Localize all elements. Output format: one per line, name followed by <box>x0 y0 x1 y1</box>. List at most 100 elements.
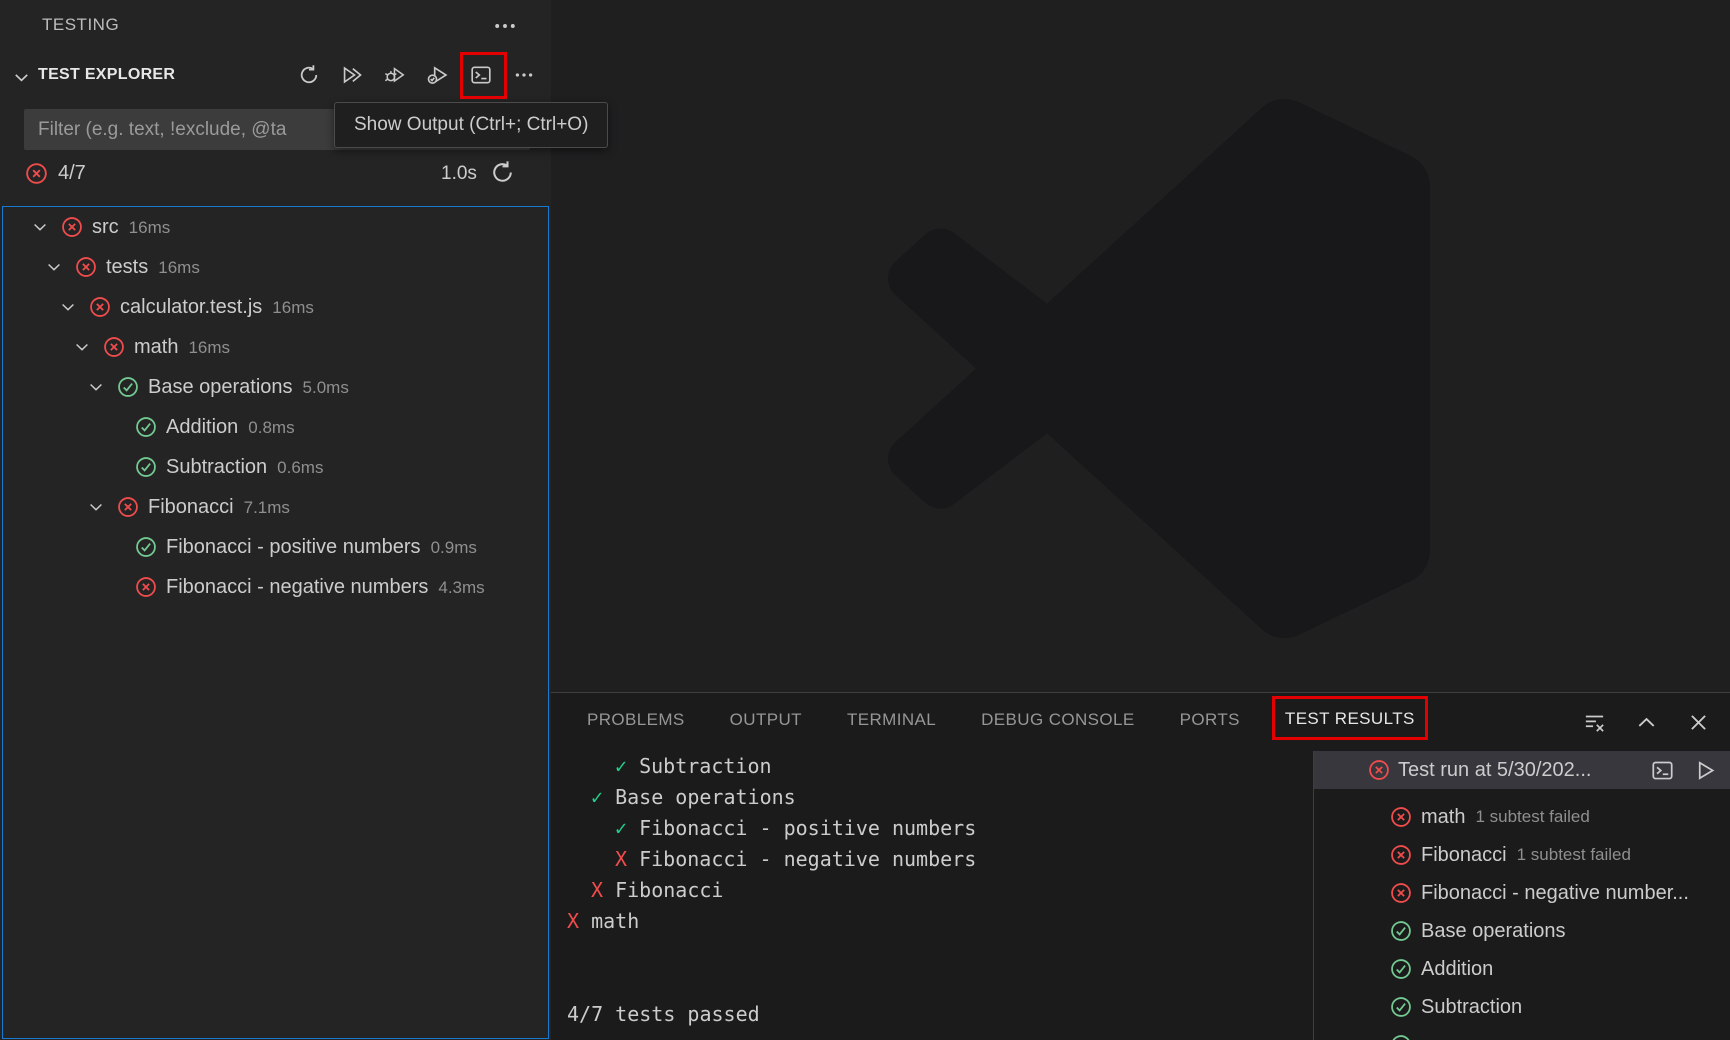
test-state-icon <box>1390 1034 1412 1040</box>
panel-tab-label: PROBLEMS <box>587 710 685 729</box>
test-result-row[interactable]: Subtraction <box>1314 988 1730 1026</box>
test-run-actions <box>1649 757 1718 783</box>
chevron-down-icon[interactable] <box>59 298 77 316</box>
test-duration: 0.9ms <box>431 536 477 558</box>
console-line: ✓ Subtraction <box>567 751 976 782</box>
close-panel-icon[interactable] <box>1685 709 1712 736</box>
panel-tab[interactable]: OUTPUT <box>730 706 802 738</box>
test-tree-row[interactable]: src 16ms <box>3 207 548 247</box>
chevron-down-icon[interactable] <box>45 258 63 276</box>
vscode-window: TESTING TEST EXPLORER <box>0 0 1730 1040</box>
more-actions-icon[interactable] <box>511 62 537 88</box>
console-line: ✓ Fibonacci - positive numbers <box>567 813 976 844</box>
test-duration: 7.1ms <box>244 496 290 518</box>
chevron-down-icon[interactable] <box>87 498 105 516</box>
test-duration: 16ms <box>129 216 171 238</box>
test-result-row[interactable]: Base operations <box>1314 912 1730 950</box>
tests-passed-ratio: 4/7 <box>58 162 86 185</box>
console-text: 4/7 tests passed <box>567 1002 760 1026</box>
test-tree-row[interactable]: Fibonacci - negative numbers 4.3ms <box>3 567 548 607</box>
console-line: X Fibonacci <box>567 875 976 906</box>
test-state-icon <box>135 416 157 438</box>
result-mark: ✓ <box>615 816 627 840</box>
result-label: Subtraction <box>1421 996 1522 1019</box>
console-line: 4/7 tests passed <box>567 999 976 1030</box>
clear-output-icon[interactable] <box>1581 709 1608 736</box>
test-state-icon <box>1368 759 1390 781</box>
test-duration: 0.8ms <box>248 416 294 438</box>
result-mark: X <box>615 847 627 871</box>
test-state-icon <box>1390 920 1412 942</box>
test-state-icon <box>135 576 157 598</box>
test-tree: src 16ms tests 16ms calculator.test.js 1… <box>2 206 549 1039</box>
tests-duration: 1.0s <box>441 163 477 185</box>
panel-tab-label: TERMINAL <box>847 710 936 729</box>
result-label: math <box>1421 806 1465 829</box>
rerun-icon[interactable] <box>490 160 515 185</box>
console-text: Base operations <box>603 785 796 809</box>
console-text: Fibonacci - positive numbers <box>627 816 976 840</box>
test-result-row[interactable] <box>1314 1026 1730 1040</box>
console-line: X Fibonacci - negative numbers <box>567 844 976 875</box>
test-state-icon <box>1390 844 1412 866</box>
test-tree-row[interactable]: calculator.test.js 16ms <box>3 287 548 327</box>
test-result-row[interactable]: Addition <box>1314 950 1730 988</box>
show-output-icon[interactable] <box>1649 757 1675 783</box>
vscode-logo-watermark <box>888 96 1430 641</box>
section-title[interactable]: TEST EXPLORER <box>38 66 175 84</box>
test-result-row[interactable]: Fibonacci 1 subtest failed <box>1314 836 1730 874</box>
panel-tab-label: PORTS <box>1180 710 1240 729</box>
maximize-panel-icon[interactable] <box>1633 709 1660 736</box>
test-label: Fibonacci - positive numbers <box>166 536 421 559</box>
test-result-row[interactable]: Fibonacci - negative number... <box>1314 874 1730 912</box>
run-test-icon[interactable] <box>1692 757 1718 783</box>
test-tree-row[interactable]: Base operations 5.0ms <box>3 367 548 407</box>
console-text: math <box>579 909 639 933</box>
panel-tab[interactable]: TERMINAL <box>847 706 936 738</box>
test-tree-row[interactable]: Addition 0.8ms <box>3 407 548 447</box>
test-tree-row[interactable]: math 16ms <box>3 327 548 367</box>
refresh-tests-icon[interactable] <box>296 62 322 88</box>
test-result-row[interactable]: math 1 subtest failed <box>1314 798 1730 836</box>
chevron-down-icon[interactable] <box>73 338 91 356</box>
test-label: Base operations <box>148 376 293 399</box>
test-label: Subtraction <box>166 456 267 479</box>
test-label: Fibonacci <box>148 496 234 519</box>
test-state-icon <box>135 536 157 558</box>
show-output-icon[interactable] <box>468 62 494 88</box>
test-duration: 4.3ms <box>438 576 484 598</box>
panel-tab[interactable]: PORTS <box>1180 706 1240 738</box>
test-state-icon <box>1390 958 1412 980</box>
test-run-header-row[interactable]: Test run at 5/30/202... <box>1314 751 1730 789</box>
test-tree-row[interactable]: tests 16ms <box>3 247 548 287</box>
tooltip: Show Output (Ctrl+; Ctrl+O) <box>334 102 608 148</box>
result-label: Fibonacci - negative number... <box>1421 882 1689 905</box>
testing-sidebar: TESTING TEST EXPLORER <box>0 0 551 1040</box>
run-all-tests-icon[interactable] <box>339 62 365 88</box>
chevron-down-icon[interactable] <box>12 68 31 87</box>
test-state-icon <box>75 256 97 278</box>
test-label: math <box>134 336 178 359</box>
test-tree-row[interactable]: Fibonacci 7.1ms <box>3 487 548 527</box>
test-label: Fibonacci - negative numbers <box>166 576 428 599</box>
panel-tab[interactable]: PROBLEMS <box>587 706 685 738</box>
panel-tabs: PROBLEMS OUTPUT TERMINAL DEBUG CONSOLE P… <box>587 693 1415 751</box>
editor-area <box>551 0 1730 692</box>
chevron-down-icon[interactable] <box>31 218 49 236</box>
test-label: Addition <box>166 416 238 439</box>
test-tree-row[interactable]: Subtraction 0.6ms <box>3 447 548 487</box>
run-tests-with-coverage-icon[interactable] <box>425 62 451 88</box>
result-mark: ✓ <box>615 754 627 778</box>
chevron-down-icon[interactable] <box>87 378 105 396</box>
more-actions-icon[interactable] <box>492 13 518 39</box>
console-line: X math <box>567 906 976 937</box>
result-mark: X <box>567 909 579 933</box>
debug-all-tests-icon[interactable] <box>382 62 408 88</box>
panel-tab[interactable]: DEBUG CONSOLE <box>981 706 1135 738</box>
test-duration: 16ms <box>158 256 200 278</box>
console-text: Fibonacci - negative numbers <box>627 847 976 871</box>
test-duration: 0.6ms <box>277 456 323 478</box>
panel-tab[interactable]: TEST RESULTS <box>1285 705 1415 739</box>
sidebar-title: TESTING <box>42 15 119 35</box>
test-tree-row[interactable]: Fibonacci - positive numbers 0.9ms <box>3 527 548 567</box>
